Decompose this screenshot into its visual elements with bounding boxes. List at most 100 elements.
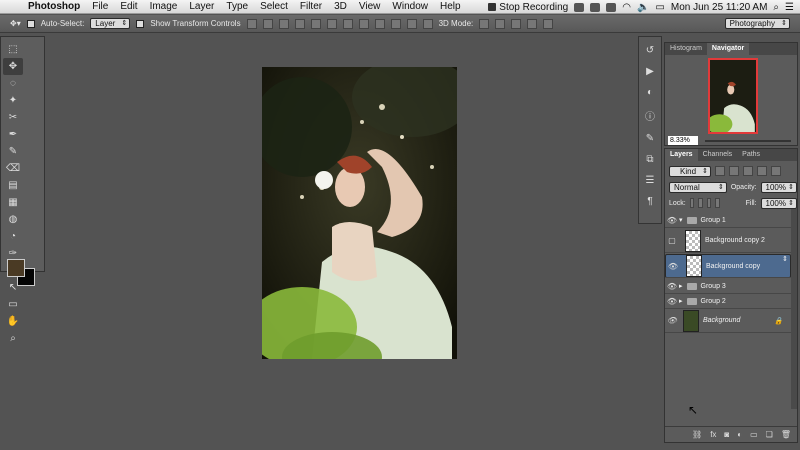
- zoom-slider[interactable]: [705, 140, 791, 142]
- eye-icon[interactable]: 👁: [665, 216, 679, 225]
- new-layer-icon[interactable]: ❏: [766, 430, 773, 439]
- fx-icon[interactable]: fx: [710, 430, 716, 439]
- tab-layers[interactable]: Layers: [665, 149, 698, 161]
- brush-presets-icon[interactable]: ✎: [646, 133, 654, 144]
- workspace-dropdown[interactable]: Photography: [724, 18, 790, 29]
- info-icon[interactable]: ⓘ: [645, 108, 655, 123]
- layer-row-group-3[interactable]: 👁 ▸ Group 3: [665, 279, 791, 294]
- eye-icon[interactable]: 👁: [665, 316, 679, 325]
- zoom-tool-icon[interactable]: ⌕: [3, 330, 23, 347]
- filter-shape-icon[interactable]: [757, 166, 768, 176]
- 3d-slide-icon[interactable]: [527, 18, 538, 29]
- lock-transparent-icon[interactable]: [689, 198, 695, 208]
- magic-wand-tool-icon[interactable]: ✦: [3, 92, 23, 109]
- actions-icon[interactable]: ▶: [646, 66, 654, 77]
- align-center-icon[interactable]: [310, 18, 321, 29]
- new-group-icon[interactable]: ▭: [750, 430, 758, 439]
- stop-recording-button[interactable]: Stop Recording: [488, 2, 568, 13]
- properties-icon[interactable]: ☰: [646, 175, 655, 186]
- tab-histogram[interactable]: Histogram: [665, 43, 707, 55]
- zoom-field[interactable]: 8.33%: [668, 136, 698, 145]
- opacity-field[interactable]: 100%: [760, 181, 797, 193]
- brush-tool-icon[interactable]: ✎: [3, 143, 23, 160]
- foreground-color-swatch[interactable]: [7, 259, 25, 277]
- tray-icon[interactable]: [590, 2, 601, 12]
- menu-layer[interactable]: Layer: [183, 0, 220, 14]
- history-icon[interactable]: ↺: [646, 45, 654, 56]
- auto-select-dropdown[interactable]: Layer: [90, 18, 131, 29]
- auto-select-checkbox[interactable]: [26, 19, 35, 28]
- distribute-icon[interactable]: [390, 18, 401, 29]
- chevron-down-icon[interactable]: ▾: [679, 216, 683, 224]
- blur-tool-icon[interactable]: ◍: [3, 211, 23, 228]
- tab-channels[interactable]: Channels: [698, 149, 738, 161]
- spotlight-icon[interactable]: ⌕: [773, 2, 779, 13]
- battery-icon[interactable]: ▭: [655, 2, 664, 13]
- notification-icon[interactable]: ☰: [785, 2, 794, 13]
- tab-navigator[interactable]: Navigator: [706, 43, 750, 55]
- crop-tool-icon[interactable]: ✂: [3, 109, 23, 126]
- layer-row-background-copy-2[interactable]: ▢ Background copy 2: [665, 229, 791, 253]
- app-menu[interactable]: Photoshop: [22, 0, 86, 14]
- lock-all-icon[interactable]: [715, 198, 720, 208]
- filter-smart-object-icon[interactable]: [771, 166, 782, 176]
- hand-tool-icon[interactable]: ✋: [3, 313, 23, 330]
- marquee-tool-icon[interactable]: ⬚: [3, 41, 23, 58]
- distribute-icon[interactable]: [342, 18, 353, 29]
- lock-image-icon[interactable]: [698, 198, 703, 208]
- 3d-rotate-icon[interactable]: [479, 18, 490, 29]
- chevron-right-icon[interactable]: ▸: [679, 282, 683, 290]
- menu-3d[interactable]: 3D: [328, 0, 353, 14]
- trash-icon[interactable]: 🗑: [781, 430, 791, 439]
- 3d-drag-icon[interactable]: [511, 18, 522, 29]
- eye-icon[interactable]: 👁: [665, 282, 679, 291]
- move-tool-icon[interactable]: ✥: [3, 58, 23, 75]
- filter-kind-dropdown[interactable]: Kind: [669, 165, 712, 177]
- move-tool-icon[interactable]: ✥▾: [10, 19, 21, 28]
- tray-icon[interactable]: [574, 2, 585, 12]
- tab-paths[interactable]: Paths: [737, 149, 765, 161]
- volume-icon[interactable]: 🔈: [637, 2, 649, 13]
- menu-image[interactable]: Image: [144, 0, 184, 14]
- document-canvas[interactable]: [262, 67, 457, 359]
- menu-type[interactable]: Type: [220, 0, 254, 14]
- clone-source-icon[interactable]: ⧉: [646, 154, 653, 165]
- clock[interactable]: Mon Jun 25 11:20 AM: [671, 2, 768, 13]
- menu-filter[interactable]: Filter: [294, 0, 328, 14]
- eye-icon[interactable]: 👁: [666, 262, 680, 271]
- paragraph-icon[interactable]: ¶: [647, 196, 652, 207]
- layer-row-background[interactable]: 👁 Background 🔒: [665, 309, 791, 333]
- 3d-scale-icon[interactable]: [543, 18, 554, 29]
- align-top-icon[interactable]: [246, 18, 257, 29]
- show-transform-checkbox[interactable]: [136, 19, 145, 28]
- dodge-tool-icon[interactable]: ◔: [3, 228, 23, 245]
- visibility-toggle-empty[interactable]: ▢: [665, 236, 679, 245]
- layer-row-group-1[interactable]: 👁 ▾ Group 1: [665, 213, 791, 228]
- lasso-tool-icon[interactable]: ◌: [3, 75, 23, 92]
- navigator-thumbnail[interactable]: [708, 58, 758, 134]
- align-right-icon[interactable]: [326, 18, 337, 29]
- menu-window[interactable]: Window: [386, 0, 434, 14]
- align-middle-icon[interactable]: [262, 18, 273, 29]
- clone-stamp-tool-icon[interactable]: ▤: [3, 177, 23, 194]
- menu-help[interactable]: Help: [434, 0, 467, 14]
- rectangle-tool-icon[interactable]: ▭: [3, 296, 23, 313]
- distribute-icon[interactable]: [406, 18, 417, 29]
- tray-icon[interactable]: [606, 2, 617, 12]
- mask-icon[interactable]: ◙: [724, 430, 729, 439]
- 3d-roll-icon[interactable]: [495, 18, 506, 29]
- menu-select[interactable]: Select: [254, 0, 294, 14]
- filter-type-icon[interactable]: [743, 166, 754, 176]
- link-icon[interactable]: ⛓: [692, 430, 702, 439]
- eraser-tool-icon[interactable]: ⌫: [3, 160, 23, 177]
- gradient-tool-icon[interactable]: ▦: [3, 194, 23, 211]
- layers-scrollbar[interactable]: [791, 209, 797, 409]
- chevron-right-icon[interactable]: ▸: [679, 297, 683, 305]
- filter-pixel-icon[interactable]: [715, 166, 726, 176]
- adjustment-layer-icon[interactable]: ◐: [737, 430, 742, 439]
- distribute-icon[interactable]: [358, 18, 369, 29]
- wifi-icon[interactable]: ◠: [622, 2, 631, 13]
- distribute-icon[interactable]: [422, 18, 433, 29]
- menu-view[interactable]: View: [353, 0, 387, 14]
- layer-row-group-2[interactable]: 👁 ▸ Group 2: [665, 294, 791, 309]
